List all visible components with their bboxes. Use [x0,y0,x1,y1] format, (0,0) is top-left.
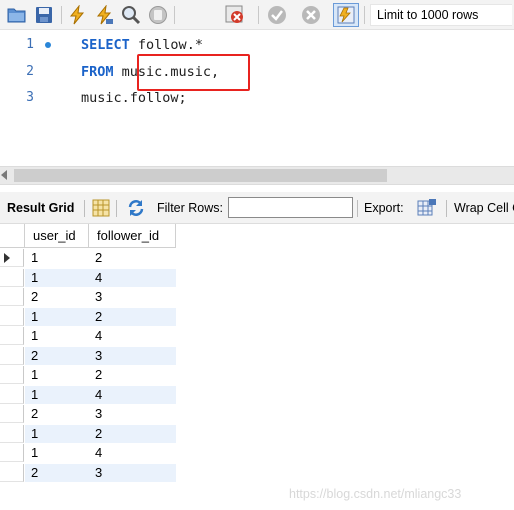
autocommit-icon[interactable] [333,3,359,27]
row-indicator[interactable] [0,327,24,345]
toolbar-separator [84,200,85,217]
table-row[interactable]: 12 [0,366,176,384]
cell-follower-id[interactable]: 4 [89,327,176,345]
cell-follower-id[interactable]: 3 [89,288,176,306]
toolbar-separator [258,6,259,24]
rollback-icon[interactable] [300,4,322,26]
row-indicator[interactable] [0,346,24,365]
cell-follower-id[interactable]: 4 [89,444,176,462]
table-row[interactable]: 23 [0,288,176,306]
commit-icon[interactable] [266,4,288,26]
grid-view-icon[interactable] [90,197,112,219]
red-highlight-box [137,54,250,91]
cell-user-id[interactable]: 2 [25,346,89,365]
line-number: 3 [26,90,34,105]
toolbar-separator [174,6,175,24]
current-row-arrow-icon [4,253,10,263]
code-line-1: 1 SELECT follow.* [0,35,514,55]
editor-toolbar: Limit to 1000 rows [0,0,514,30]
row-indicator[interactable] [0,385,24,404]
open-folder-icon[interactable] [6,4,28,26]
line-number: 1 [26,37,34,52]
row-indicator[interactable] [0,288,24,306]
cell-follower-id[interactable]: 2 [89,424,176,443]
cell-follower-id[interactable]: 3 [89,405,176,423]
cell-follower-id[interactable]: 2 [89,307,176,326]
cell-user-id[interactable]: 2 [25,405,89,423]
table-row[interactable]: 12 [0,307,176,326]
filter-rows-label: Filter Rows: [157,201,223,215]
cell-user-id[interactable]: 1 [25,385,89,404]
row-header-corner [0,224,25,248]
result-grid-toolbar: Result Grid Filter Rows: Export: Wrap Ce… [0,192,514,224]
table-row[interactable]: 12 [0,249,176,267]
stop-icon[interactable] [147,4,169,26]
export-label: Export: [364,201,404,215]
cell-follower-id[interactable]: 2 [89,366,176,384]
code-line-3: 3 music.follow; [0,88,514,108]
scrollbar-thumb[interactable] [14,169,387,182]
table-row[interactable]: 14 [0,385,176,404]
limit-rows-label: Limit to 1000 rows [377,8,479,22]
cell-follower-id[interactable]: 4 [89,385,176,404]
row-indicator[interactable] [0,444,24,462]
row-indicator[interactable] [0,424,24,443]
row-indicator[interactable] [0,268,24,287]
column-header-user-id[interactable]: user_id [25,224,89,248]
refresh-icon[interactable] [125,197,147,219]
cell-user-id[interactable]: 1 [25,366,89,384]
cell-user-id[interactable]: 2 [25,288,89,306]
sql-keyword-from: FROM [81,64,114,80]
sql-select-target: follow.* [137,37,203,53]
execute-icon[interactable] [66,4,88,26]
filter-rows-input[interactable] [228,197,353,218]
execute-current-icon[interactable] [93,4,115,26]
cell-user-id[interactable]: 1 [25,424,89,443]
statement-marker-icon [45,42,51,48]
cell-user-id[interactable]: 2 [25,463,89,482]
cell-follower-id[interactable]: 3 [89,463,176,482]
cell-user-id[interactable]: 1 [25,268,89,287]
horizontal-scrollbar[interactable] [0,166,514,185]
export-icon[interactable] [416,197,438,219]
limit-rows-select[interactable]: Limit to 1000 rows [370,4,512,26]
toolbar-separator [446,200,447,217]
cell-user-id[interactable]: 1 [25,444,89,462]
row-indicator[interactable] [0,307,24,326]
sql-editor[interactable]: 1 SELECT follow.* 2 FROM music.music, 3 … [0,30,514,162]
wrap-cell-label[interactable]: Wrap Cell C [454,201,514,215]
toolbar-separator [364,6,365,24]
table-row[interactable]: 14 [0,444,176,462]
toolbar-separator [357,200,358,217]
column-header-follower-id[interactable]: follower_id [89,224,176,248]
table-row[interactable]: 14 [0,327,176,345]
toolbar-separator [61,6,62,24]
table-row[interactable]: 23 [0,405,176,423]
toolbar-separator [116,200,117,217]
cell-user-id[interactable]: 1 [25,249,89,267]
row-indicator[interactable] [0,249,24,267]
line-number: 2 [26,64,34,79]
watermark: https://blog.csdn.net/mliangc33 [289,487,462,501]
sql-keyword-select: SELECT [81,37,130,53]
explain-icon[interactable] [120,4,142,26]
row-indicator[interactable] [0,405,24,423]
cell-user-id[interactable]: 1 [25,307,89,326]
result-grid-label: Result Grid [7,201,75,215]
row-indicator[interactable] [0,463,24,482]
cell-follower-id[interactable]: 4 [89,268,176,287]
row-indicator[interactable] [0,366,24,384]
table-row[interactable]: 23 [0,463,176,482]
cell-user-id[interactable]: 1 [25,327,89,345]
table-row[interactable]: 14 [0,268,176,287]
scroll-left-arrow-icon[interactable] [1,170,7,180]
code-line-2: 2 FROM music.music, [0,62,514,82]
save-icon[interactable] [33,4,55,26]
cell-follower-id[interactable]: 2 [89,249,176,267]
toggle-error-icon[interactable] [224,4,246,26]
cell-follower-id[interactable]: 3 [89,346,176,365]
table-row[interactable]: 23 [0,346,176,365]
table-row[interactable]: 12 [0,424,176,443]
sql-table-follow: music.follow; [81,90,187,106]
